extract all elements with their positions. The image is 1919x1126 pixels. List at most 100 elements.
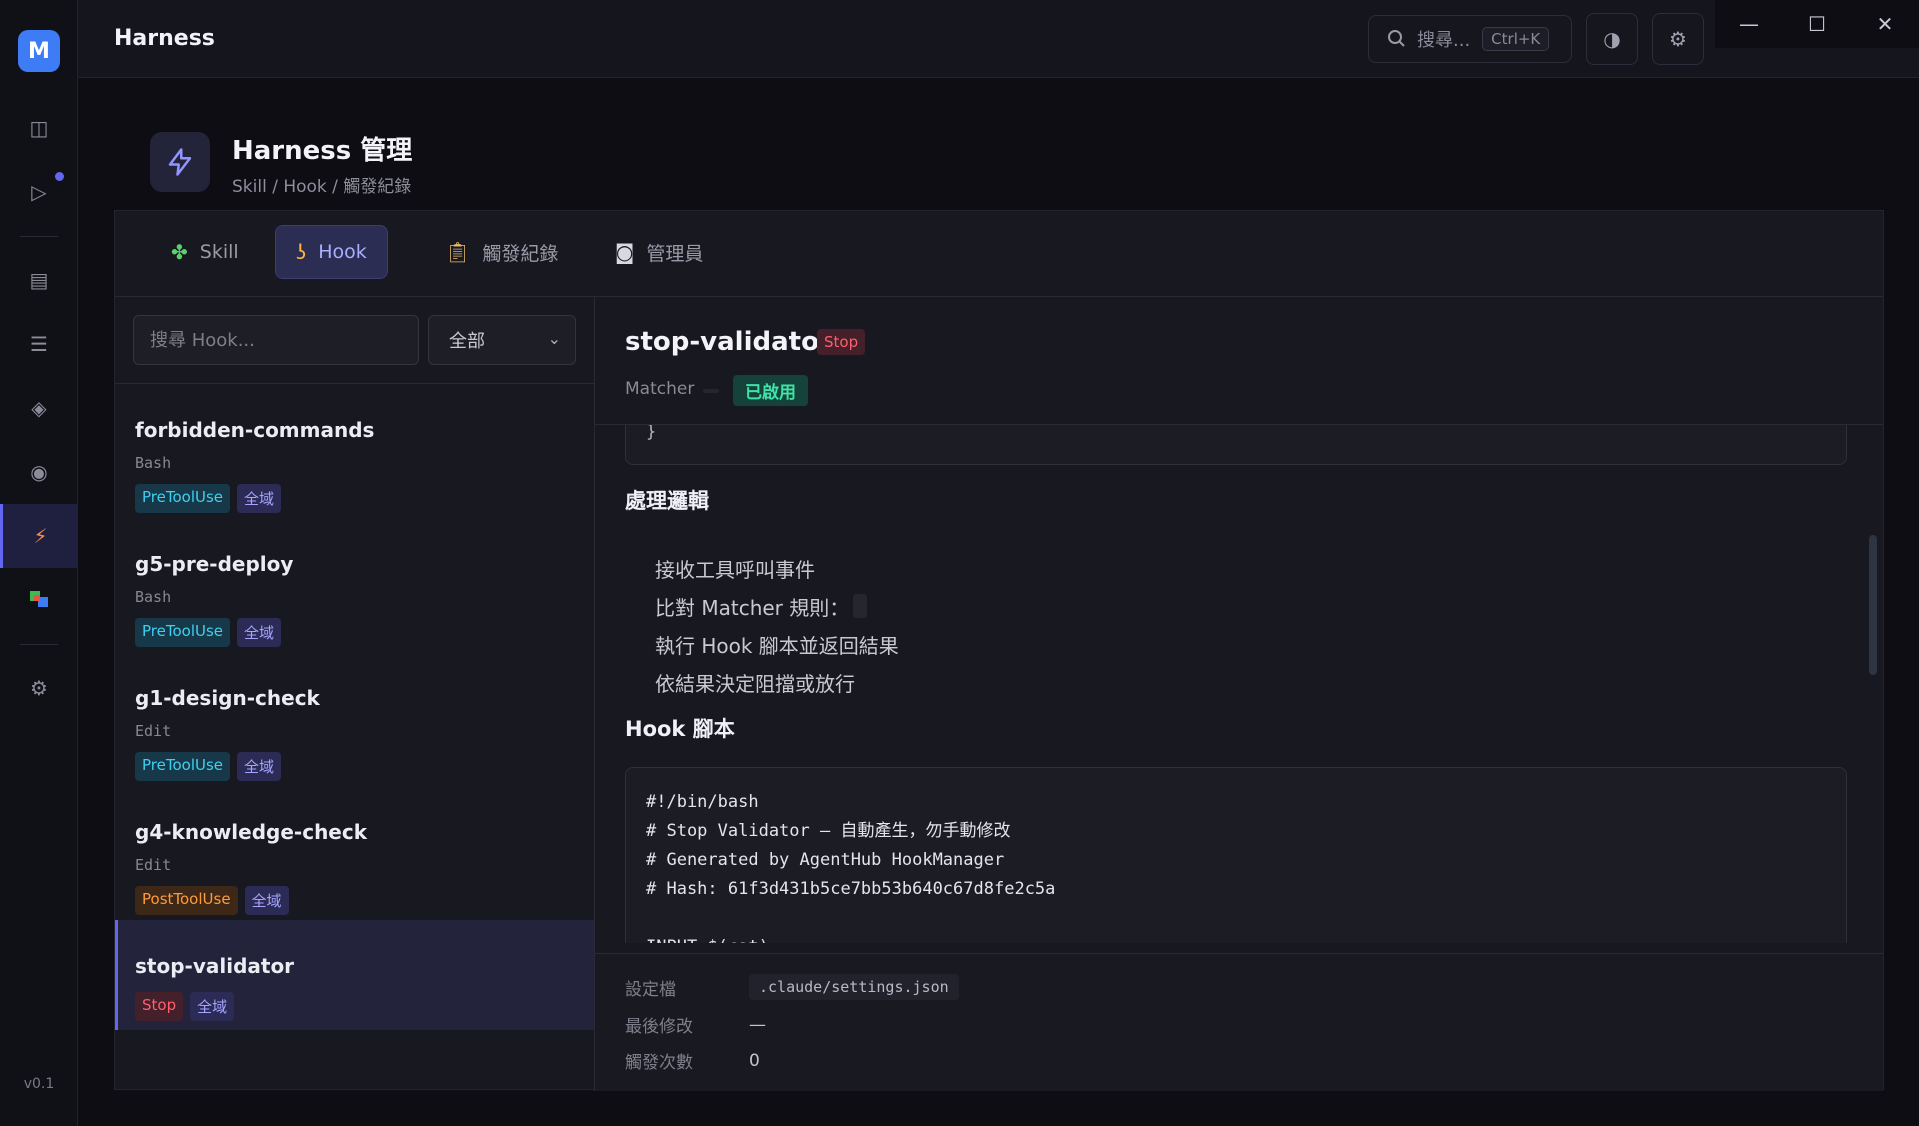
bolt-icon (150, 132, 210, 192)
code-line: # Generated by AgentHub HookManager (646, 850, 1005, 870)
modified-value: — (749, 1014, 766, 1035)
detail-title: stop-validator (625, 327, 832, 357)
logic-steps: 接收工具呼叫事件 比對 Matcher 規則： 執行 Hook 腳本並返回結果 … (655, 549, 899, 701)
page-subtitle: Skill / Hook / 觸發紀錄 (232, 177, 412, 197)
window-controls: — ☐ ✕ (1715, 0, 1919, 48)
detail-scroll-area[interactable]: } 處理邏輯 接收工具呼叫事件 比對 Matcher 規則： 執行 Hook 腳… (595, 425, 1883, 943)
hook-name: g1-design-check (135, 686, 320, 710)
scope-badge: 全域 (244, 886, 289, 915)
meta-config-row: 設定檔 .claude/settings.json (625, 974, 959, 1000)
matcher-label: Matcher (625, 379, 695, 399)
chevron-down-icon: ⌄ (547, 329, 561, 348)
meta-count-row: 觸發次數 0 (625, 1048, 760, 1074)
list-item[interactable]: forbidden-commands Bash PreToolUse 全域 (115, 384, 594, 518)
diamond-icon[interactable]: ◈ (0, 376, 78, 440)
tab-skill[interactable]: ✤ Skill (151, 225, 259, 279)
inline-code (853, 594, 868, 618)
matcher-value (703, 389, 719, 393)
document-icon[interactable]: ▤ (0, 248, 78, 312)
tab-label: Skill (199, 241, 239, 263)
tab-label: Hook (318, 241, 367, 263)
scope-badge: 全域 (237, 618, 282, 647)
list-item-selected[interactable]: stop-validator Stop 全域 (115, 920, 594, 1030)
meta-label: 觸發次數 (625, 1053, 693, 1073)
list-item[interactable]: g1-design-check Edit PreToolUse 全域 (115, 652, 594, 786)
minimize-icon[interactable]: — (1715, 0, 1783, 48)
hook-name: stop-validator (135, 954, 295, 978)
event-badge: PreToolUse (135, 752, 231, 781)
scope-filter-select[interactable]: 全部 ⌄ (428, 315, 576, 365)
puzzle-icon: ✤ (171, 240, 188, 264)
logic-step: 比對 Matcher 規則： (655, 587, 899, 625)
settings-icon[interactable]: ⚙ (0, 656, 78, 720)
detail-header: stop-validator Stop Matcher 已啟用 (595, 297, 1883, 425)
page-header: Harness 管理 Skill / Hook / 觸發紀錄 (114, 104, 1884, 210)
hook-matcher: Edit (135, 722, 172, 740)
code-line: INPUT=$(cat) (646, 933, 1826, 943)
hook-name: g5-pre-deploy (135, 552, 294, 576)
list-icon[interactable]: ☰ (0, 312, 78, 376)
scrollbar[interactable] (1869, 535, 1877, 675)
scope-badge: 全域 (237, 752, 282, 781)
scope-badge: 全域 (237, 484, 282, 513)
trigger-count: 0 (749, 1050, 760, 1071)
shortcut-badge: Ctrl+K (1482, 27, 1550, 51)
clipboard-icon: 📋︎ (445, 240, 471, 264)
play-icon[interactable]: ▷ (0, 160, 78, 224)
scope-badge: 全域 (190, 992, 235, 1021)
app-title: Harness (114, 26, 215, 51)
search-placeholder: 搜尋... (1417, 30, 1471, 51)
harness-card: ✤ Skill ʖ Hook 📋︎ 觸發紀錄 ◙ 管理員 全部 ⌄ forbid… (114, 210, 1884, 1091)
contrast-icon: ◑ (1603, 27, 1621, 51)
meta-modified-row: 最後修改 — (625, 1012, 766, 1038)
app-logo[interactable]: M (18, 30, 60, 72)
detail-footer: 設定檔 .claude/settings.json 最後修改 — 觸發次數 0 (595, 953, 1883, 1091)
maximize-icon[interactable]: ☐ (1783, 0, 1851, 48)
status-badge: 已啟用 (733, 375, 808, 406)
hook-search-input[interactable] (133, 315, 419, 365)
event-badge: PostToolUse (135, 886, 238, 915)
filter-value: 全部 (449, 331, 485, 352)
tab-admin[interactable]: ◙ 管理員 (595, 225, 723, 279)
left-rail: M ◫ ▷ ▤ ☰ ◈ ◉ ⚡︎ ⚙ v0.1 (0, 0, 78, 1126)
logic-step: 依結果決定阻擋或放行 (655, 671, 855, 696)
top-bar: Harness 搜尋... Ctrl+K ◑ ⚙ (78, 0, 1919, 78)
hook-icon: ʖ (296, 240, 307, 264)
code-line: # Hash: 61f3d431b5ce7bb53b640c67d8fe2c5a (646, 879, 1056, 899)
robot-icon: ◙ (615, 240, 635, 264)
tab-trigger-log[interactable]: 📋︎ 觸發紀錄 (425, 225, 578, 279)
logic-step: 執行 Hook 腳本並返回結果 (655, 633, 899, 658)
list-item[interactable]: g4-knowledge-check Edit PostToolUse 全域 (115, 786, 594, 920)
global-search[interactable]: 搜尋... Ctrl+K (1368, 15, 1572, 63)
tab-bar: ✤ Skill ʖ Hook 📋︎ 觸發紀錄 ◙ 管理員 (115, 211, 1883, 297)
script-code-block: #!/bin/bash # Stop Validator — 自動產生，勿手動修… (625, 767, 1847, 943)
search-icon (1388, 30, 1405, 47)
hook-matcher: Edit (135, 856, 172, 874)
hook-name: forbidden-commands (135, 418, 375, 442)
code-line: #!/bin/bash (646, 792, 759, 812)
config-path: .claude/settings.json (749, 974, 959, 1000)
hook-matcher: Bash (135, 588, 172, 606)
rail-divider (20, 644, 58, 645)
panel-icon[interactable]: ◫ (0, 96, 78, 160)
close-icon[interactable]: ✕ (1851, 0, 1919, 48)
hook-list: forbidden-commands Bash PreToolUse 全域 g5… (115, 384, 594, 1030)
event-badge: PreToolUse (135, 484, 231, 513)
tab-label: 管理員 (646, 242, 704, 265)
page-title: Harness 管理 (232, 136, 413, 166)
hook-detail-pane: stop-validator Stop Matcher 已啟用 } 處理邏輯 接… (595, 297, 1883, 1091)
theme-toggle-button[interactable]: ◑ (1586, 13, 1638, 65)
script-section-title: Hook 腳本 (625, 717, 735, 741)
meta-label: 最後修改 (625, 1017, 693, 1037)
radio-icon[interactable]: ◉ (0, 440, 78, 504)
settings-button[interactable]: ⚙ (1652, 13, 1704, 65)
event-badge: Stop (817, 329, 866, 355)
harness-bolt-icon[interactable]: ⚡︎ (0, 504, 78, 568)
tab-label: 觸發紀錄 (482, 242, 559, 265)
list-item[interactable]: g5-pre-deploy Bash PreToolUse 全域 (115, 518, 594, 652)
meta-label: 設定檔 (625, 979, 676, 1000)
tab-hook[interactable]: ʖ Hook (275, 225, 388, 279)
logic-step: 接收工具呼叫事件 (655, 557, 815, 582)
colors-icon[interactable] (0, 568, 78, 632)
